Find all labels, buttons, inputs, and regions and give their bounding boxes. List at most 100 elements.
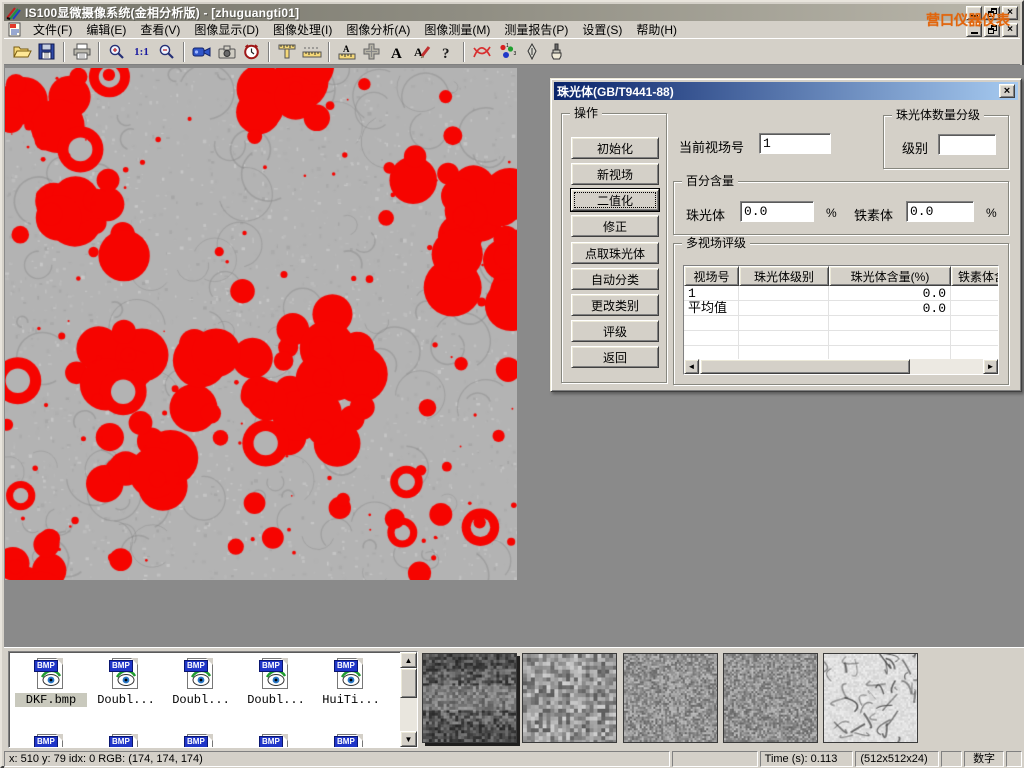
- scroll-up-button[interactable]: ▲: [400, 652, 417, 668]
- return-button[interactable]: 返回: [571, 346, 659, 368]
- menu-item-image-display[interactable]: 图像显示(D): [187, 20, 266, 39]
- minimize-button[interactable]: [966, 6, 982, 20]
- menu-item-settings[interactable]: 设置(S): [575, 20, 629, 39]
- table-horizontal-scrollbar[interactable]: ◄ ►: [684, 359, 998, 374]
- scrollbar-thumb[interactable]: [400, 668, 417, 698]
- zoom-out-button[interactable]: [154, 40, 179, 63]
- file-browser-scrollbar[interactable]: ▲ ▼: [400, 652, 417, 747]
- brush-button[interactable]: [544, 40, 569, 63]
- operation-group-label: 操作: [570, 106, 602, 120]
- annotate-button[interactable]: A: [409, 40, 434, 63]
- file-name[interactable]: Doubl...: [90, 693, 162, 707]
- save-button[interactable]: [34, 40, 59, 63]
- file-item[interactable]: BMP Doubl...: [240, 658, 312, 707]
- child-restore-button[interactable]: [984, 23, 1000, 37]
- initialize-button[interactable]: 初始化: [571, 137, 659, 159]
- cell-field: 1: [684, 286, 739, 300]
- pearlite-input[interactable]: 0.0: [740, 201, 814, 222]
- pen-button[interactable]: [519, 40, 544, 63]
- phase-markers-button[interactable]: 13: [494, 40, 519, 63]
- file-item[interactable]: BMP: [165, 734, 237, 748]
- print-button[interactable]: [69, 40, 94, 63]
- timer-button[interactable]: [239, 40, 264, 63]
- table-row-empty: [684, 331, 998, 346]
- measure-text-button[interactable]: A: [334, 40, 359, 63]
- scroll-down-button[interactable]: ▼: [400, 731, 417, 747]
- svg-text:?: ?: [442, 46, 450, 60]
- file-item[interactable]: BMP: [15, 734, 87, 748]
- table-row[interactable]: 平均值 0.0: [684, 301, 998, 316]
- ferrite-input[interactable]: 0.0: [906, 201, 974, 222]
- change-class-button[interactable]: 更改类别: [571, 294, 659, 316]
- actual-size-button[interactable]: 1:1: [129, 40, 154, 63]
- thumbnail-5[interactable]: [823, 653, 918, 743]
- menu-item-image-processing[interactable]: 图像处理(I): [266, 20, 339, 39]
- pan-grid-button[interactable]: [359, 40, 384, 63]
- arrow-up-icon: ▲: [405, 656, 413, 665]
- cell-ferrite: [951, 301, 999, 315]
- menu-item-image-analysis[interactable]: 图像分析(A): [339, 20, 417, 39]
- current-field-input[interactable]: 1: [759, 133, 831, 154]
- menu-item-image-measure[interactable]: 图像测量(M): [417, 20, 497, 39]
- thumbnail-2[interactable]: [522, 653, 617, 743]
- caliper-button[interactable]: [274, 40, 299, 63]
- scrollbar-thumb[interactable]: [700, 359, 910, 374]
- col-header-pearlite-grade[interactable]: 珠光体级别: [739, 266, 829, 286]
- file-item[interactable]: BMP: [315, 734, 387, 748]
- col-header-field[interactable]: 视场号: [684, 266, 739, 286]
- child-minimize-button[interactable]: [966, 23, 982, 37]
- pen-icon: [526, 43, 538, 60]
- file-browser[interactable]: BMP DKF.bmp BMP Doubl... BMP Doubl...: [8, 651, 418, 748]
- table-row[interactable]: 1 0.0: [684, 286, 998, 301]
- close-icon: ×: [1007, 25, 1013, 35]
- dialog-title-bar[interactable]: 珠光体(GB/T9441-88) ×: [554, 82, 1018, 100]
- file-name[interactable]: DKF.bmp: [15, 693, 87, 707]
- file-item[interactable]: BMP HuiTi...: [315, 658, 387, 707]
- video-capture-button[interactable]: [189, 40, 214, 63]
- file-name[interactable]: Doubl...: [165, 693, 237, 707]
- menu-item-edit[interactable]: 编辑(E): [79, 20, 133, 39]
- file-item[interactable]: BMP Doubl...: [90, 658, 162, 707]
- thumbnail-4[interactable]: [723, 653, 818, 743]
- zoom-in-button[interactable]: [104, 40, 129, 63]
- scroll-left-button[interactable]: ◄: [684, 359, 699, 374]
- text-button[interactable]: A: [384, 40, 409, 63]
- help-button[interactable]: ?: [434, 40, 459, 63]
- image-size-status: (512x512x24): [855, 751, 939, 767]
- file-name[interactable]: HuiTi...: [315, 693, 387, 707]
- new-field-button[interactable]: 新视场: [571, 163, 659, 185]
- col-header-pearlite-content[interactable]: 珠光体含量(%): [829, 266, 951, 286]
- correct-button[interactable]: 修正: [571, 215, 659, 237]
- scroll-right-button[interactable]: ►: [983, 359, 998, 374]
- file-item[interactable]: BMP: [240, 734, 312, 748]
- thumbnail-1[interactable]: [422, 653, 517, 743]
- file-item[interactable]: BMP DKF.bmp: [15, 658, 87, 707]
- grade-button[interactable]: 评级: [571, 320, 659, 342]
- bmp-badge: BMP: [109, 736, 133, 748]
- bmp-badge: BMP: [184, 660, 208, 672]
- menu-item-file[interactable]: 文件(F): [26, 20, 79, 39]
- specimen-image[interactable]: [5, 68, 517, 580]
- menu-item-view[interactable]: 查看(V): [133, 20, 187, 39]
- menu-item-measure-report[interactable]: 测量报告(P): [497, 20, 575, 39]
- snapshot-button[interactable]: [214, 40, 239, 63]
- binarize-button[interactable]: 二值化: [571, 189, 659, 211]
- col-header-ferrite-content[interactable]: 铁素体含量(%): [951, 266, 999, 286]
- restore-button[interactable]: [984, 6, 1000, 20]
- menu-item-help[interactable]: 帮助(H): [629, 20, 684, 39]
- mode-status: 数字: [964, 751, 1004, 767]
- close-button[interactable]: ×: [1002, 6, 1018, 20]
- pick-pearlite-button[interactable]: 点取珠光体: [571, 242, 659, 264]
- file-item[interactable]: BMP: [90, 734, 162, 748]
- level-input[interactable]: [938, 134, 996, 155]
- open-button[interactable]: [9, 40, 34, 63]
- multi-field-table[interactable]: 视场号 珠光体级别 珠光体含量(%) 铁素体含量(%) 1 0.0 平均值 0.…: [683, 265, 999, 375]
- child-close-button[interactable]: ×: [1002, 23, 1018, 37]
- file-item[interactable]: BMP Doubl...: [165, 658, 237, 707]
- file-name[interactable]: Doubl...: [240, 693, 312, 707]
- thumbnail-3[interactable]: [623, 653, 718, 743]
- curve-tool-button[interactable]: [469, 40, 494, 63]
- dialog-close-button[interactable]: ×: [999, 84, 1015, 98]
- auto-classify-button[interactable]: 自动分类: [571, 268, 659, 290]
- ruler-button[interactable]: [299, 40, 324, 63]
